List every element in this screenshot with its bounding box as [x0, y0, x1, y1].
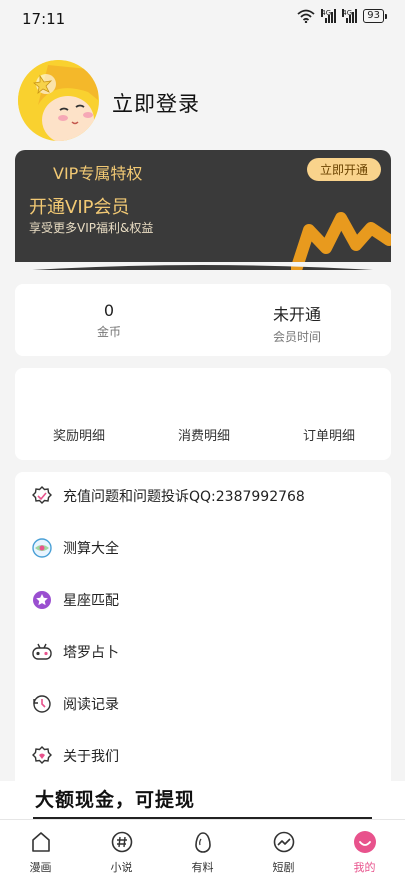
smile-icon: [353, 830, 377, 854]
wifi-icon: [297, 9, 315, 23]
status-icons: 4G 4G 93: [297, 9, 387, 23]
tab-mine[interactable]: 我的: [324, 820, 405, 879]
promo-text: 大额现金，可提现: [35, 789, 196, 811]
promo-banner[interactable]: 大额现金，可提现: [0, 781, 405, 820]
membership-stat[interactable]: 未开通 会员时间: [203, 301, 391, 345]
vip-card-curve: [0, 262, 405, 272]
coins-stat[interactable]: 0 金币: [15, 301, 203, 340]
menu-item-tarot[interactable]: 塔罗占卜: [31, 638, 119, 666]
tab-label: 漫画: [29, 861, 52, 874]
status-bar: 17:11 4G 4G 93: [0, 0, 405, 38]
menu-item-label: 测算大全: [63, 541, 119, 557]
vip-description: 享受更多VIP福利&权益: [29, 221, 154, 235]
network-label: 4G: [321, 9, 332, 17]
tab-content[interactable]: 有料: [162, 820, 243, 879]
reward-details-button[interactable]: 奖励明细: [53, 425, 105, 444]
status-time: 17:11: [22, 10, 66, 28]
stats-card: 0 金币 未开通 会员时间: [15, 284, 391, 356]
menu-item-history[interactable]: 阅读记录: [31, 690, 119, 718]
menu-item-label: 塔罗占卜: [63, 645, 119, 661]
battery-level: 93: [363, 9, 384, 23]
membership-value: 未开通: [272, 305, 321, 324]
hashtag-icon: [110, 830, 134, 854]
menu-item-complaint[interactable]: 充值问题和问题投诉QQ:2387992768: [31, 482, 305, 510]
home-icon: [29, 830, 53, 854]
order-details-button[interactable]: 订单明细: [303, 425, 355, 444]
history-icon: [31, 693, 53, 715]
avatar[interactable]: [18, 60, 99, 141]
trend-icon: [272, 830, 296, 854]
details-card: 奖励明细 消费明细 订单明细: [15, 368, 391, 460]
vip-decoration-icon: [291, 212, 391, 270]
vip-card[interactable]: VIP专属特权 立即开通 开通VIP会员 享受更多VIP福利&权益: [15, 150, 391, 270]
consumption-details-button[interactable]: 消费明细: [178, 425, 230, 444]
about-icon: [31, 745, 53, 767]
vip-headline: 开通VIP会员: [29, 197, 130, 218]
menu-item-label: 关于我们: [63, 749, 119, 765]
star-icon: [31, 589, 53, 611]
tab-label: 有料: [191, 861, 214, 874]
signal-icon: 4G: [321, 9, 337, 23]
network-label-2: 4G: [342, 9, 353, 17]
membership-label: 会员时间: [272, 330, 321, 344]
menu-item-label: 星座匹配: [63, 593, 119, 609]
coins-label: 金币: [96, 325, 121, 339]
tab-novels[interactable]: 小说: [81, 820, 162, 879]
tab-label: 我的: [353, 861, 376, 874]
coins-value: 0: [103, 301, 115, 320]
bottom-tab-bar: 漫画 小说 有料 短剧 我的: [0, 819, 405, 879]
menu-item-about[interactable]: 关于我们: [31, 742, 119, 770]
vip-open-button[interactable]: 立即开通: [306, 158, 381, 181]
tarot-icon: [31, 641, 53, 663]
complaint-icon: [31, 485, 53, 507]
menu-item-label: 阅读记录: [63, 697, 119, 713]
menu-item-label: 充值问题和问题投诉QQ:2387992768: [63, 489, 305, 505]
menu-item-zodiac[interactable]: 星座匹配: [31, 586, 119, 614]
menu-item-fortune[interactable]: 测算大全: [31, 534, 119, 562]
signal-icon-2: 4G: [342, 9, 358, 23]
login-button[interactable]: 立即登录: [112, 88, 200, 118]
egg-icon: [191, 830, 215, 854]
fortune-icon: [31, 537, 53, 559]
tab-label: 短剧: [272, 861, 295, 874]
battery-icon: 93: [363, 9, 387, 23]
vip-title: VIP专属特权: [53, 164, 143, 183]
avatar-character-icon: [18, 60, 98, 141]
tab-label: 小说: [110, 861, 133, 874]
menu-card: 充值问题和问题投诉QQ:2387992768 测算大全 星座匹配 塔罗占卜 阅读…: [15, 472, 391, 781]
tab-comics[interactable]: 漫画: [0, 820, 81, 879]
tab-short-drama[interactable]: 短剧: [243, 820, 324, 879]
